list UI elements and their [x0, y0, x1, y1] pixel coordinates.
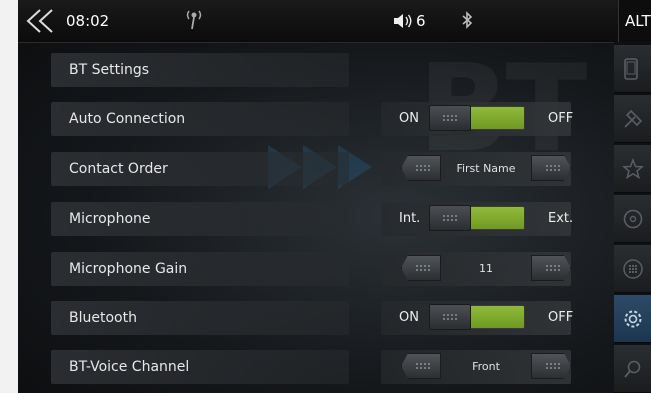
section-title: BT Settings — [69, 62, 150, 78]
signal-antenna-icon — [186, 9, 202, 35]
status-bar: 08:02 6 — [18, 0, 618, 43]
contact-order-label: Contact Order — [69, 161, 168, 177]
back-chevron-icon[interactable] — [24, 8, 58, 38]
next-button[interactable] — [531, 155, 571, 181]
tools-icon[interactable] — [614, 95, 651, 143]
off-option[interactable]: OFF — [548, 111, 573, 126]
grid-icon[interactable] — [614, 245, 651, 293]
microphone-gain-label: Microphone Gain — [69, 261, 188, 277]
on-option[interactable]: ON — [399, 310, 419, 325]
bt-settings-header: BT Settings — [51, 47, 611, 91]
star-icon[interactable] — [614, 145, 651, 193]
bt-voice-channel-label: BT-Voice Channel — [69, 359, 190, 375]
phone-icon[interactable] — [614, 45, 651, 93]
contact-order-value: First Name — [456, 162, 516, 175]
bt-voice-channel-row: BT-Voice Channel Front — [51, 344, 611, 388]
auto-connection-row: Auto Connection ON OFF — [51, 96, 611, 140]
external-option[interactable]: Ext. — [548, 211, 573, 226]
decrease-button[interactable] — [401, 255, 441, 281]
toggle-knob[interactable] — [429, 304, 471, 330]
toggle-knob[interactable] — [429, 105, 471, 131]
settings-gear-icon[interactable] — [614, 295, 651, 343]
microphone-gain-value: 11 — [479, 262, 493, 275]
right-nav — [614, 42, 651, 393]
next-button[interactable] — [531, 353, 571, 379]
microphone-row: Microphone Int. Ext. — [51, 196, 611, 240]
on-option[interactable]: ON — [399, 111, 419, 126]
auto-connection-label: Auto Connection — [69, 111, 186, 127]
off-option[interactable]: OFF — [548, 310, 573, 325]
increase-button[interactable] — [531, 255, 571, 281]
microphone-gain-row: Microphone Gain 11 — [51, 246, 611, 290]
alt-button[interactable]: ALT — [618, 0, 651, 42]
bluetooth-icon — [461, 11, 473, 33]
volume-level: 6 — [416, 12, 426, 30]
bluetooth-row: Bluetooth ON OFF — [51, 295, 611, 339]
screen: BT 08:02 6 ALT — [18, 0, 651, 393]
search-icon[interactable] — [614, 345, 651, 393]
microphone-label: Microphone — [69, 211, 151, 227]
bt-voice-channel-value: Front — [472, 360, 500, 373]
previous-button[interactable] — [401, 353, 441, 379]
toggle-knob[interactable] — [429, 205, 471, 231]
internal-option[interactable]: Int. — [399, 211, 420, 226]
volume-icon — [393, 13, 413, 33]
contact-order-row: Contact Order First Name — [51, 146, 611, 190]
bluetooth-label: Bluetooth — [69, 310, 137, 326]
previous-button[interactable] — [401, 155, 441, 181]
steering-icon[interactable] — [614, 195, 651, 243]
clock: 08:02 — [66, 12, 110, 30]
